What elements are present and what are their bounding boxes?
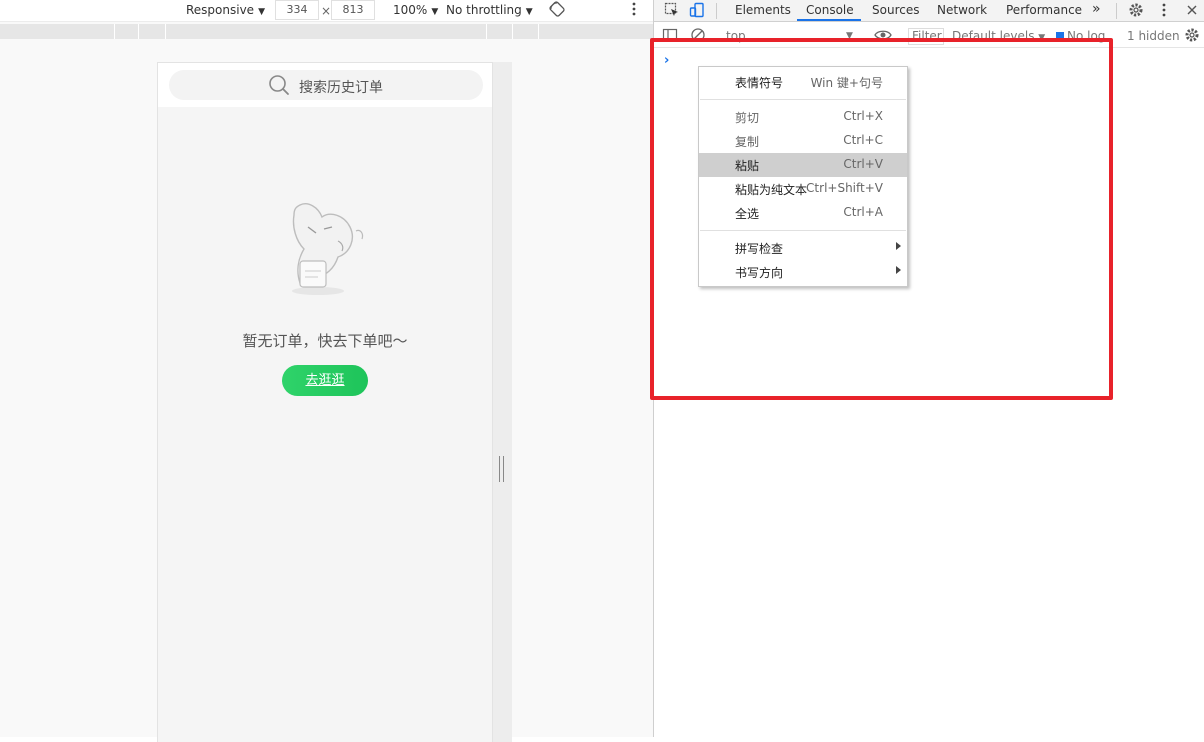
devtools-tabbar: Elements Console Sources Network Perform… — [654, 0, 1204, 22]
settings-gear-icon[interactable] — [1128, 2, 1146, 20]
device-resize-strip — [493, 62, 512, 742]
submenu-arrow-icon — [896, 242, 901, 250]
menu-separator — [700, 99, 906, 100]
device-emulation-area: Responsive ▼ 334 × 813 100% ▼ No throttlin… — [0, 0, 653, 742]
menu-item-shortcut: Ctrl+X — [843, 109, 883, 123]
menu-item-paste[interactable]: 粘贴 Ctrl+V — [699, 153, 907, 177]
media-query-ruler[interactable] — [0, 24, 653, 39]
mascot-dog-icon — [278, 201, 372, 300]
menu-item-copy[interactable]: 复制 Ctrl+C — [699, 129, 907, 153]
throttle-select[interactable]: No throttling ▼ — [446, 3, 533, 17]
width-input[interactable]: 334 — [275, 0, 319, 20]
dimension-times: × — [321, 4, 332, 18]
menu-item-label: 粘贴 — [735, 159, 760, 173]
menu-item-cut[interactable]: 剪切 Ctrl+X — [699, 105, 907, 129]
customize-menu-icon[interactable] — [1161, 2, 1179, 20]
zoom-select[interactable]: 100% ▼ — [393, 3, 438, 17]
active-tab-indicator — [797, 19, 861, 21]
menu-item-label: 剪切 — [735, 111, 760, 125]
search-placeholder: 搜索历史订单 — [299, 80, 383, 96]
tab-sources[interactable]: Sources — [872, 3, 919, 17]
menu-item-shortcut: Ctrl+V — [843, 157, 883, 171]
hidden-count: 1 hidden — [1127, 29, 1180, 43]
search-input[interactable]: 搜索历史订单 — [169, 70, 483, 100]
menu-item-label: 全选 — [735, 207, 760, 221]
app-header: 搜索历史订单 — [158, 63, 492, 107]
inspect-element-icon[interactable] — [664, 2, 682, 20]
more-tabs-icon[interactable]: » — [1092, 1, 1101, 17]
rotate-icon[interactable] — [549, 1, 565, 20]
tab-elements[interactable]: Elements — [735, 3, 791, 17]
device-toggle-icon[interactable] — [689, 2, 707, 20]
device-viewport: 搜索历史订单 暂无订单，快去下单吧～ 去逛逛 — [157, 62, 493, 742]
device-toolbar: Responsive ▼ 334 × 813 100% ▼ No throttlin… — [0, 0, 653, 22]
menu-item-writing-direction[interactable]: 书写方向 — [699, 260, 907, 284]
menu-item-emoji[interactable]: 表情符号 Win 键+句号 — [699, 70, 907, 94]
menu-item-select-all[interactable]: 全选 Ctrl+A — [699, 201, 907, 225]
menu-item-label: 表情符号 — [735, 76, 784, 90]
tab-console[interactable]: Console — [806, 3, 854, 17]
go-shopping-button[interactable]: 去逛逛 — [282, 365, 368, 396]
resize-handle[interactable] — [499, 456, 505, 482]
menu-item-shortcut: Ctrl+C — [843, 133, 883, 147]
tab-performance[interactable]: Performance — [1006, 3, 1082, 17]
search-icon — [268, 74, 290, 99]
menu-item-label: 粘贴为纯文本 — [735, 183, 808, 197]
menu-item-label: 复制 — [735, 135, 760, 149]
menu-item-shortcut: Ctrl+Shift+V — [806, 181, 883, 195]
context-menu: 表情符号 Win 键+句号 剪切 Ctrl+X 复制 Ctrl+C 粘贴 Ctr… — [698, 66, 908, 287]
device-select[interactable]: Responsive ▼ — [186, 3, 265, 17]
menu-item-label: 书写方向 — [735, 266, 784, 280]
menu-item-shortcut: Win 键+句号 — [810, 76, 883, 90]
more-options-icon[interactable] — [631, 1, 637, 20]
tab-network[interactable]: Network — [937, 3, 987, 17]
height-input[interactable]: 813 — [331, 0, 375, 20]
menu-item-label: 拼写检查 — [735, 242, 784, 256]
menu-item-spellcheck[interactable]: 拼写检查 — [699, 236, 907, 260]
close-icon[interactable] — [1186, 2, 1204, 20]
submenu-arrow-icon — [896, 266, 901, 274]
empty-state-text: 暂无订单，快去下单吧～ — [242, 332, 408, 350]
console-settings-gear-icon[interactable] — [1184, 27, 1202, 45]
menu-item-shortcut: Ctrl+A — [843, 205, 883, 219]
menu-separator — [700, 230, 906, 231]
menu-item-paste-plain[interactable]: 粘贴为纯文本 Ctrl+Shift+V — [699, 177, 907, 201]
